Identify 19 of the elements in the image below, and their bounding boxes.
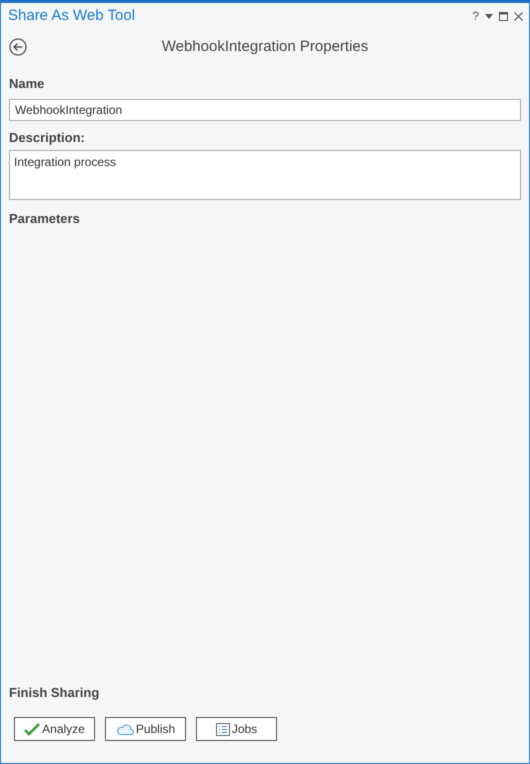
help-button[interactable]: ? [472,10,479,22]
analyze-button[interactable]: Analyze [14,717,95,741]
dropdown-icon[interactable] [485,14,493,18]
field-label: Description: [9,128,86,147]
panel-heading: WebhookIntegration Properties [162,36,368,57]
maximize-icon[interactable] [499,12,508,20]
section-heading: Parameters [9,210,81,228]
jobs-button[interactable]: Jobs [196,717,277,741]
checkmark-icon [24,722,40,736]
close-icon[interactable] [514,12,523,20]
publish-button[interactable]: Publish [105,717,186,741]
field-label: Name [9,75,46,93]
name-field[interactable]: WebhookIntegration [9,98,521,120]
back-icon[interactable] [9,38,27,56]
cloud-icon [116,724,134,734]
pane-title: Share As Web Tool [8,6,136,26]
list-icon [216,722,230,736]
section-heading: Finish Sharing [9,684,100,702]
description-field[interactable]: Integration process [9,150,521,200]
